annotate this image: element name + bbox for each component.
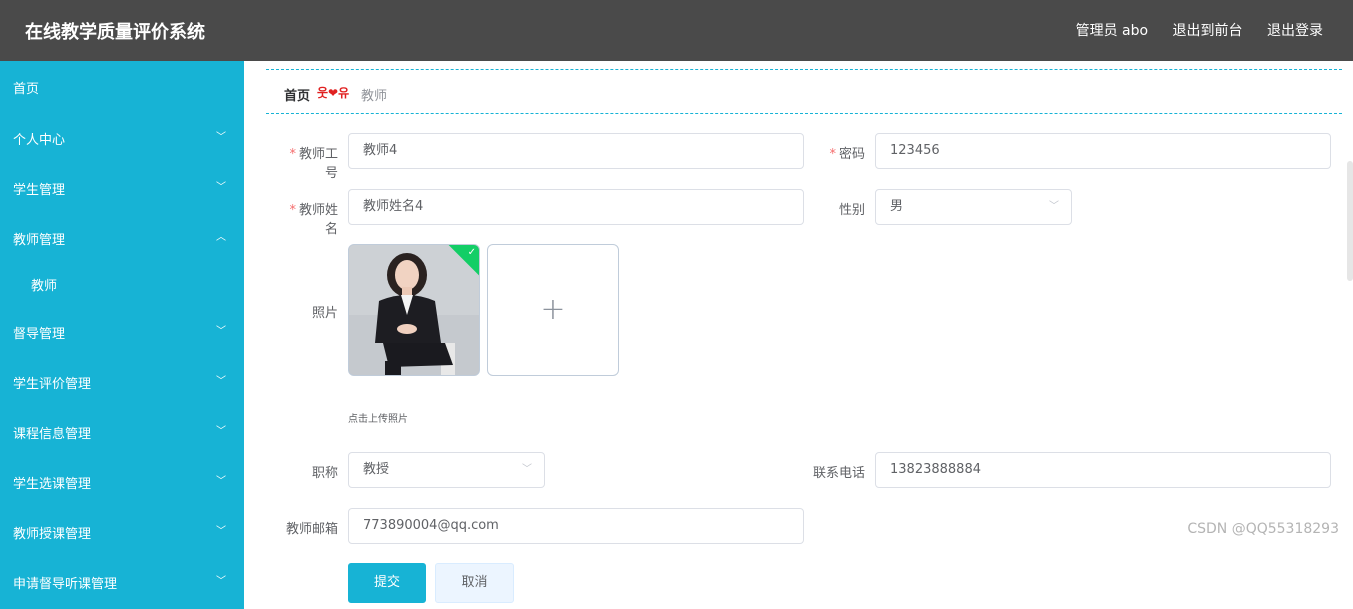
header-actions: 管理员 abo 退出到前台 退出登录: [1056, 20, 1323, 40]
sidebar-item-label: 教师: [31, 279, 58, 294]
title-select[interactable]: 教授 ﹀: [348, 452, 545, 488]
title-select-value: 教授: [363, 462, 390, 477]
sidebar-item-label: 学生管理: [13, 183, 66, 198]
chevron-down-icon: ﹀: [522, 464, 532, 475]
exit-to-frontend-link[interactable]: 退出到前台: [1173, 23, 1243, 39]
logout-link[interactable]: 退出登录: [1267, 23, 1323, 39]
sidebar-subitem-teacher[interactable]: 教师: [0, 263, 244, 303]
teacher-id-input[interactable]: 教师4: [348, 133, 804, 169]
title-label: 职称: [311, 466, 338, 481]
sidebar-item-supervisor-management[interactable]: 督导管理 ﹀: [0, 311, 244, 351]
sidebar-item-course-info[interactable]: 课程信息管理 ﹀: [0, 411, 244, 451]
teacher-name-label: * 教师姓名: [289, 203, 338, 237]
sidebar-item-student-evaluation[interactable]: 学生评价管理 ﹀: [0, 361, 244, 401]
sidebar-item-label: 学生选课管理: [13, 477, 92, 492]
chevron-down-icon: ﹀: [1049, 201, 1059, 212]
top-header: 在线教学质量评价系统 管理员 abo 退出到前台 退出登录: [0, 0, 1353, 61]
sidebar-item-label: 申请督导听课管理: [13, 577, 118, 592]
watermark: CSDN @QQ55318293: [1187, 521, 1339, 537]
email-label: 教师邮箱: [285, 522, 338, 537]
current-user: 管理员 abo: [1075, 23, 1149, 39]
submit-button[interactable]: 提交: [348, 563, 426, 603]
gender-label: 性别: [838, 203, 865, 218]
chevron-down-icon: ﹀: [216, 576, 226, 587]
teacher-id-label: * 教师工号: [289, 147, 338, 181]
sidebar-item-student-management[interactable]: 学生管理 ﹀: [0, 167, 244, 207]
breadcrumb-home[interactable]: 首页: [284, 85, 310, 104]
sidebar-item-label: 督导管理: [13, 327, 66, 342]
check-icon: ✓: [467, 247, 476, 258]
gender-select[interactable]: 男 ﹀: [875, 189, 1072, 225]
sidebar-menu: 首页 个人中心 ﹀ 学生管理 ﹀ 教师管理 ︿ 教师 督导管理 ﹀ 学生评价管理…: [0, 61, 244, 609]
chevron-down-icon: ﹀: [216, 132, 226, 143]
chevron-down-icon: ﹀: [216, 326, 226, 337]
sidebar-item-personal-center[interactable]: 个人中心 ﹀: [0, 117, 244, 157]
phone-label: 联系电话: [812, 466, 865, 481]
add-photo-button[interactable]: +: [487, 244, 619, 376]
app-title: 在线教学质量评价系统: [25, 22, 205, 43]
sidebar-item-label: 首页: [13, 82, 40, 97]
chevron-up-icon: ︿: [216, 232, 226, 243]
password-input[interactable]: 123456: [875, 133, 1331, 169]
vertical-scrollbar[interactable]: [1347, 161, 1353, 281]
sidebar-item-course-selection[interactable]: 学生选课管理 ﹀: [0, 461, 244, 501]
sidebar-item-label: 学生评价管理: [13, 377, 92, 392]
breadcrumb: 首页 웃❤유 教师: [266, 69, 1342, 114]
teacher-name-input[interactable]: 教师姓名4: [348, 189, 804, 225]
sidebar-item-home[interactable]: 首页: [0, 66, 244, 106]
chevron-down-icon: ﹀: [216, 476, 226, 487]
sidebar-item-label: 个人中心: [13, 133, 66, 148]
gender-select-value: 男: [890, 199, 904, 214]
uploaded-photo-thumbnail[interactable]: ✓: [348, 244, 480, 376]
breadcrumb-separator: 웃❤유: [317, 86, 350, 100]
teacher-photo-image: [349, 245, 479, 375]
phone-input[interactable]: 13823888884: [875, 452, 1331, 488]
sidebar-item-label: 课程信息管理: [13, 427, 92, 442]
cancel-button[interactable]: 取消: [435, 563, 514, 603]
sidebar-item-label: 教师授课管理: [13, 527, 92, 542]
sidebar-item-teacher-management[interactable]: 教师管理 ︿: [0, 217, 244, 257]
plus-icon: +: [540, 291, 566, 327]
sidebar-item-teaching-management[interactable]: 教师授课管理 ﹀: [0, 511, 244, 551]
photo-label: 照片: [311, 306, 338, 321]
sidebar-item-label: 教师管理: [13, 233, 66, 248]
upload-photo-tip: 点击上传照片: [348, 414, 408, 425]
chevron-down-icon: ﹀: [216, 182, 226, 193]
password-label: * 密码: [829, 147, 865, 162]
chevron-down-icon: ﹀: [216, 526, 226, 537]
breadcrumb-current: 教师: [361, 89, 388, 104]
chevron-down-icon: ﹀: [216, 426, 226, 437]
email-input[interactable]: 773890004@qq.com: [348, 508, 804, 544]
sidebar-item-supervision-request[interactable]: 申请督导听课管理 ﹀: [0, 561, 244, 601]
chevron-down-icon: ﹀: [216, 376, 226, 387]
